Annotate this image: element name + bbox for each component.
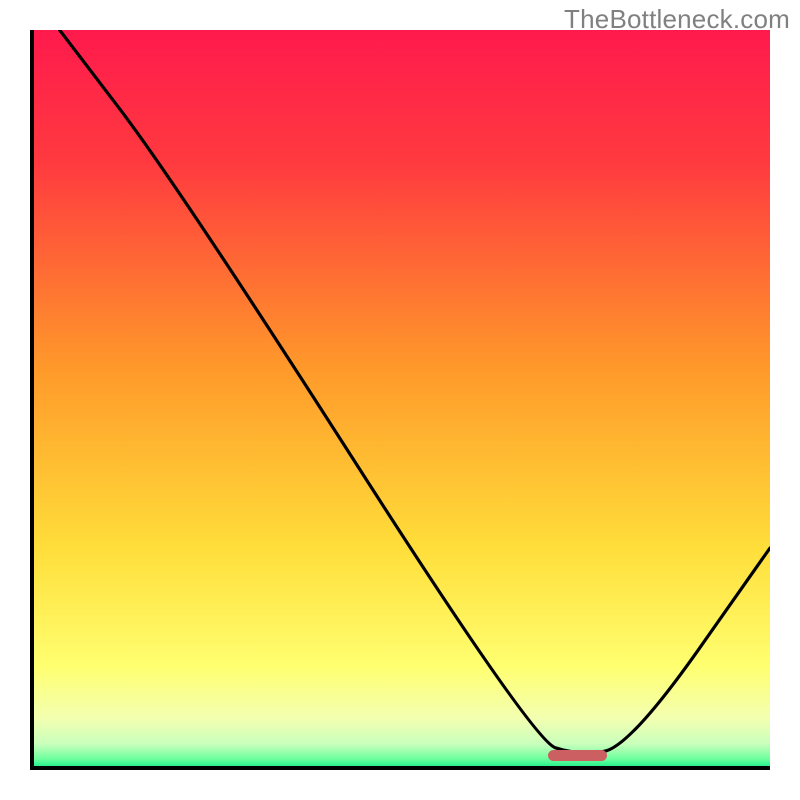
chart-frame: TheBottleneck.com (0, 0, 800, 800)
plot-area (30, 30, 770, 770)
bottleneck-curve (30, 30, 770, 770)
y-axis-line (30, 30, 34, 770)
x-axis-line (30, 766, 770, 770)
watermark-text: TheBottleneck.com (564, 4, 790, 35)
optimal-marker (548, 750, 607, 761)
